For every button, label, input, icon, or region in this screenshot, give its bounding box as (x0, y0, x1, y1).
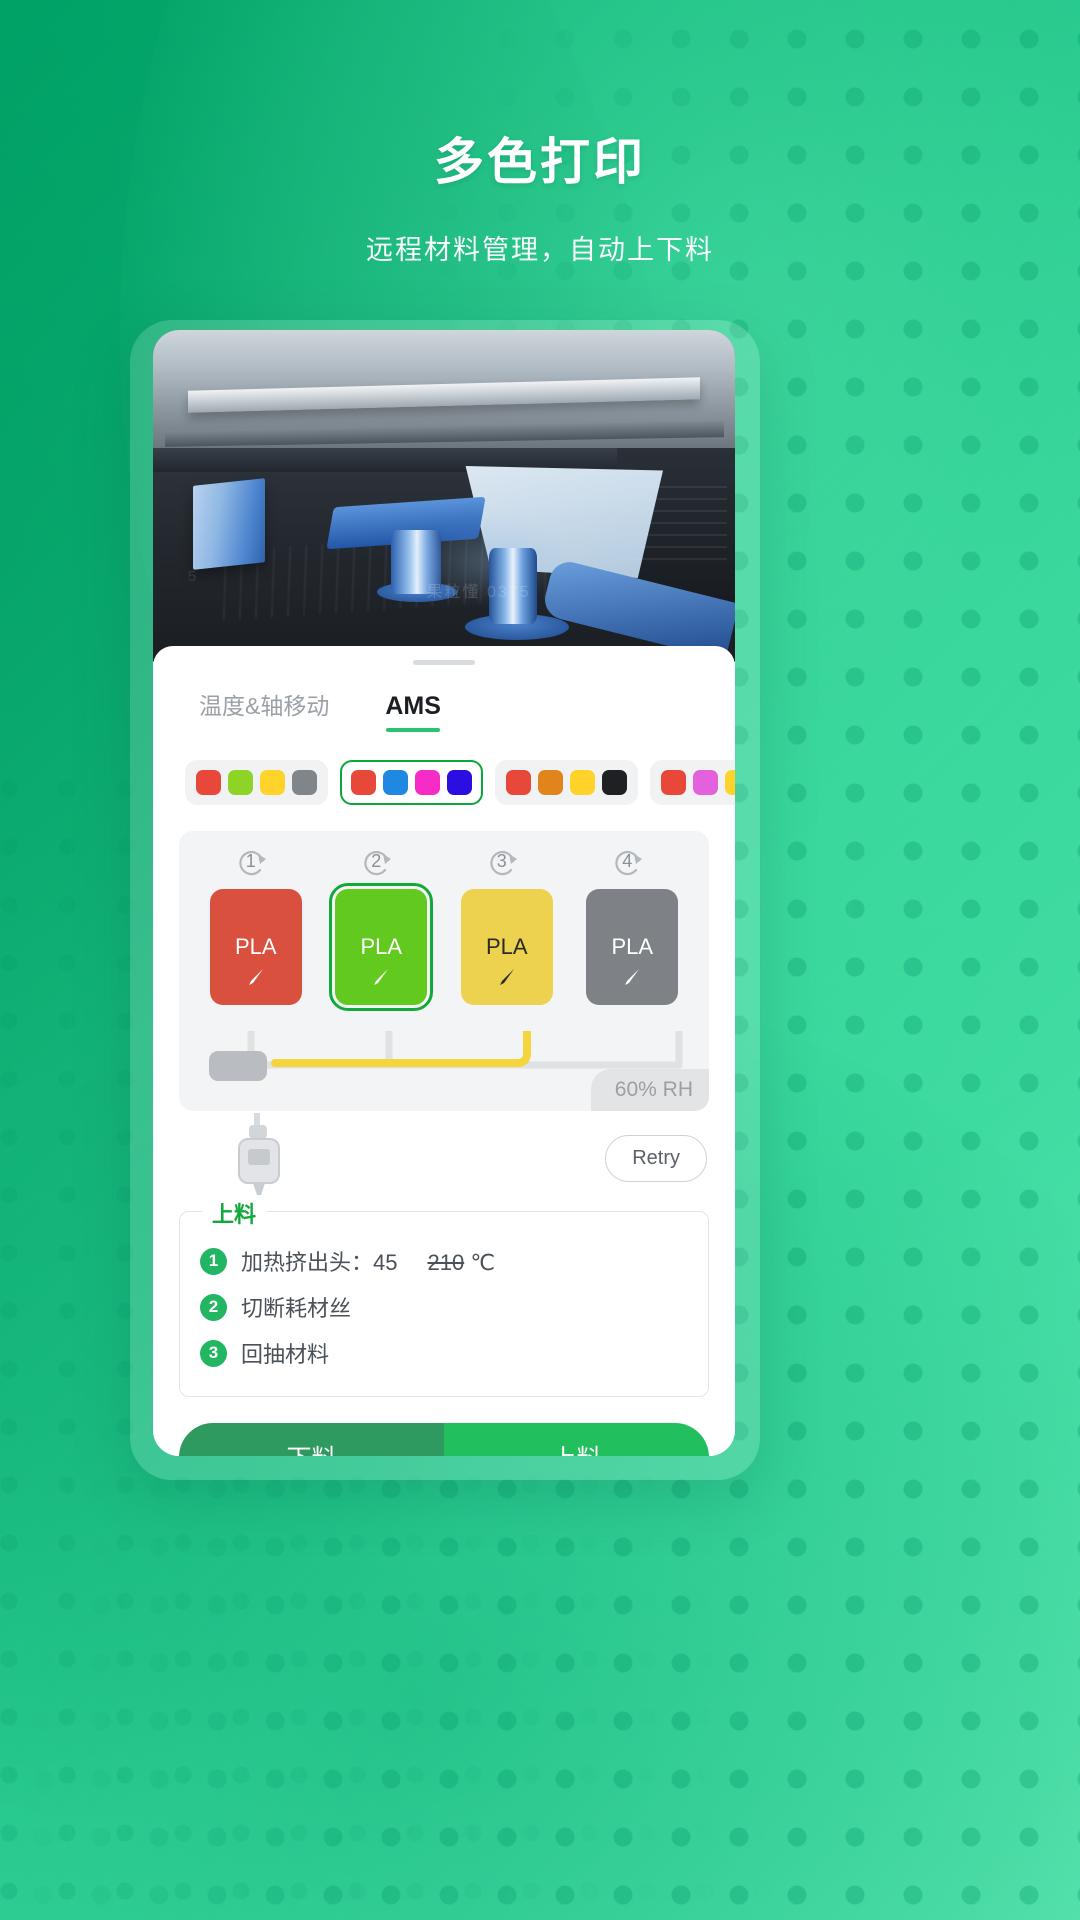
swatch (538, 770, 563, 795)
edit-pencil-icon[interactable] (245, 966, 267, 993)
steps-legend: 上料 (202, 1197, 267, 1229)
step-text: 切断耗材丝 (241, 1296, 352, 1321)
ams-slot-4[interactable]: 4 PLA (582, 847, 682, 1005)
swatch (383, 770, 408, 795)
swatch (693, 770, 718, 795)
step-number-badge: 2 (200, 1293, 227, 1321)
ams-unit-3[interactable] (495, 760, 638, 805)
step-number-badge: 1 (200, 1247, 227, 1275)
swatch (725, 770, 735, 795)
filament-hub (209, 1051, 267, 1081)
spool-card[interactable]: PLA (586, 889, 679, 1005)
swatch (351, 770, 376, 795)
step-label: 加热挤出头： (241, 1250, 374, 1275)
sheet-drag-handle[interactable] (413, 660, 475, 665)
phone-screen: 果粒懂 0375 5 温度&轴移动 AMS 1 PLA 2 PLA 3 PLA … (153, 330, 735, 1456)
slot-number: 2 (371, 851, 382, 871)
page-title: 多色打印 (434, 134, 646, 190)
step-number-badge: 3 (200, 1339, 227, 1367)
ams-unit-selector (179, 760, 735, 805)
slot-refresh-icon[interactable]: 1 (236, 847, 276, 881)
slot-refresh-icon[interactable]: 3 (487, 847, 527, 881)
temp-unit: ℃ (470, 1250, 496, 1275)
ams-unit-1[interactable] (185, 760, 328, 805)
unload-button[interactable]: 下料 (179, 1423, 444, 1456)
ams-unit-4[interactable] (650, 760, 735, 805)
humidity-badge: 60% RH (590, 1069, 709, 1111)
step-text: 加热挤出头：45 210 ℃ (241, 1245, 495, 1277)
spool-card[interactable]: PLA (209, 889, 302, 1005)
ams-slot-1[interactable]: 1 PLA (206, 847, 306, 1005)
swatch (661, 770, 686, 795)
spool-card[interactable]: PLA (460, 889, 553, 1005)
swatch (602, 770, 627, 795)
ams-slot-3[interactable]: 3 PLA (457, 847, 557, 1005)
slot-number: 3 (496, 851, 507, 871)
load-steps-panel: 上料 1 加热挤出头：45 210 ℃ 2 切断耗材丝 3 回抽材料 (179, 1197, 709, 1397)
swatch (228, 770, 253, 795)
load-button[interactable]: 上料 (444, 1423, 709, 1456)
extruder-icon (227, 1110, 291, 1206)
step-row: 2 切断耗材丝 (200, 1284, 688, 1330)
slot-number: 1 (245, 851, 256, 871)
camera-watermark: 果粒懂 0375 (426, 584, 531, 601)
spool-material: PLA (611, 934, 654, 959)
swatch (570, 770, 595, 795)
spool-material: PLA (485, 934, 528, 959)
sheet-tabs: 温度&轴移动 AMS (179, 687, 709, 732)
extruder-retry-row: Retry (179, 1110, 709, 1207)
step-row: 1 加热挤出头：45 210 ℃ (200, 1238, 688, 1284)
edit-pencil-icon[interactable] (370, 966, 392, 993)
page-root: 多色打印 远程材料管理，自动上下料 果粒懂 0375 5 温度&轴移动 AMS … (0, 0, 1080, 1920)
action-button-group: 下料 上料 (179, 1423, 709, 1456)
ams-slot-panel: 1 PLA 2 PLA 3 PLA 4 PLA 60% RH (179, 831, 709, 1111)
temp-previous: 210 (427, 1250, 465, 1275)
edit-pencil-icon[interactable] (621, 966, 643, 993)
spool-card[interactable]: PLA (329, 883, 434, 1011)
tab-temperature-axis[interactable]: 温度&轴移动 (199, 687, 329, 732)
slot-refresh-icon[interactable]: 2 (361, 847, 401, 881)
ams-slot-row: 1 PLA 2 PLA 3 PLA 4 PLA (193, 847, 695, 1011)
step-text: 回抽材料 (241, 1342, 330, 1367)
swatch (415, 770, 440, 795)
camera-printed-part-left (193, 478, 265, 570)
spool-material: PLA (360, 934, 403, 959)
swatch (292, 770, 317, 795)
swatch (260, 770, 285, 795)
ams-unit-2[interactable] (340, 760, 483, 805)
hero-section: 多色打印 远程材料管理，自动上下料 (0, 122, 1080, 267)
slot-refresh-icon[interactable]: 4 (612, 847, 652, 881)
control-sheet: 温度&轴移动 AMS 1 PLA 2 PLA 3 PLA 4 PLA 60% R… (153, 646, 735, 1456)
swatch (506, 770, 531, 795)
ams-slot-2[interactable]: 2 PLA (329, 847, 434, 1011)
swatch (447, 770, 472, 795)
spool-material: PLA (234, 934, 277, 959)
edit-pencil-icon[interactable] (496, 966, 518, 993)
retry-button[interactable]: Retry (605, 1135, 707, 1182)
tab-ams[interactable]: AMS (385, 692, 441, 732)
tab-label: AMS (385, 692, 441, 720)
page-subtitle: 远程材料管理，自动上下料 (366, 235, 714, 265)
temp-target: 45 (373, 1250, 398, 1275)
swatch (196, 770, 221, 795)
slot-number: 4 (622, 851, 633, 871)
camera-watermark-small: 5 (187, 568, 197, 585)
step-row: 3 回抽材料 (200, 1330, 688, 1376)
tab-label: 温度&轴移动 (199, 693, 330, 719)
printer-camera-preview[interactable]: 果粒懂 0375 5 (153, 330, 735, 662)
